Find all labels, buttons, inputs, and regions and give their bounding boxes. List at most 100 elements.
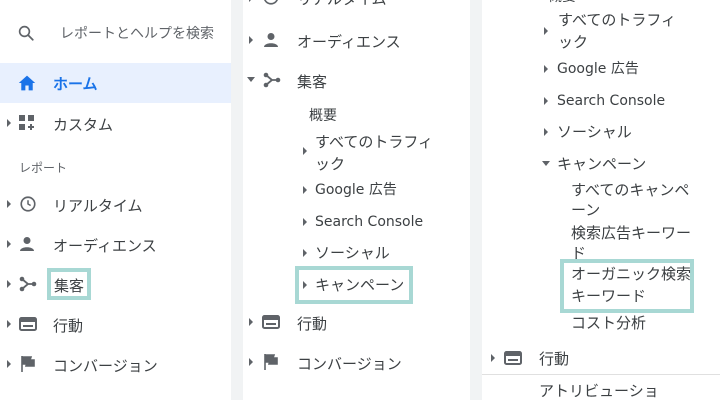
nav-item-acquisition[interactable]: 集客: [0, 264, 231, 304]
subitem-google-ads-label: Google 広告: [557, 61, 639, 77]
nav-panel-campaigns-expanded: 概要 すべてのトラフィ ック Google 広告 Search Console …: [482, 0, 720, 400]
subitem-all-traffic[interactable]: すべてのトラフィ ック: [538, 8, 718, 52]
nav-item-attribution-label[interactable]: アトリビューショ: [539, 380, 659, 400]
subitem-all-traffic-label-1: すべてのトラフィ: [558, 11, 677, 29]
subitem-campaigns[interactable]: キャンペーン: [538, 154, 718, 176]
subitem-organic-keywords-label-2: キーワード: [571, 287, 647, 305]
subitem-social[interactable]: ソーシャル: [538, 122, 718, 144]
caret-right-icon: [544, 97, 548, 105]
nav-item-behavior-label: 行動: [297, 315, 328, 333]
caret-right-icon: [303, 218, 307, 226]
nav-item-custom[interactable]: カスタム: [0, 103, 231, 143]
subitem-all-traffic-label-2: ック: [315, 155, 346, 173]
nav-item-conversions-label: コンバージョン: [297, 355, 402, 373]
subitem-google-ads[interactable]: Google 広告: [299, 180, 469, 202]
subitem-paid-keywords[interactable]: 検索広告キーワー ド: [571, 223, 711, 263]
nav-item-conversions[interactable]: コンバージョン: [243, 344, 470, 380]
nav-item-home-label: ホーム: [53, 75, 98, 93]
caret-right-icon: [7, 119, 11, 127]
caret-right-icon: [303, 186, 307, 194]
caret-right-icon: [544, 27, 548, 35]
subitem-campaigns[interactable]: キャンペーン: [295, 266, 413, 304]
caret-right-icon: [249, 318, 253, 326]
behavior-icon: [19, 317, 37, 331]
subitem-overview[interactable]: 概要: [309, 106, 337, 126]
nav-item-audience-label: オーディエンス: [297, 33, 401, 51]
acquisition-icon: [263, 72, 281, 88]
search-input[interactable]: レポートとヘルプを検索: [60, 23, 214, 43]
subitem-google-ads[interactable]: Google 広告: [538, 59, 718, 81]
nav-item-home[interactable]: ホーム: [0, 63, 231, 103]
home-icon: [18, 75, 36, 91]
subitem-organic-keywords[interactable]: オーガニック検索 キーワード: [560, 259, 694, 313]
caret-right-icon: [7, 320, 11, 328]
caret-right-icon: [491, 354, 495, 362]
caret-right-icon: [7, 240, 11, 248]
behavior-icon: [504, 351, 522, 365]
behavior-icon: [262, 315, 280, 329]
flag-icon: [21, 356, 35, 372]
person-icon: [20, 237, 34, 251]
nav-item-acquisition[interactable]: 集客: [243, 62, 470, 98]
acquisition-icon: [19, 276, 37, 292]
caret-right-icon: [249, 36, 253, 44]
nav-item-audience[interactable]: オーディエンス: [243, 22, 470, 58]
subitem-overview-clipped[interactable]: 概要: [548, 0, 576, 7]
nav-item-behavior[interactable]: 行動: [482, 340, 720, 376]
caret-right-icon: [7, 360, 11, 368]
nav-item-behavior-label: 行動: [539, 350, 570, 368]
search-row[interactable]: レポートとヘルプを検索: [0, 12, 231, 52]
nav-panel-main: レポートとヘルプを検索 ホーム カスタム レポート リアルタイム オーディエンス…: [0, 0, 231, 400]
subitem-google-ads-label: Google 広告: [315, 182, 397, 198]
dashboard-icon: [19, 115, 34, 130]
caret-right-icon: [303, 281, 307, 289]
nav-item-conversions[interactable]: コンバージョン: [0, 344, 231, 384]
caret-right-icon: [303, 147, 307, 155]
nav-item-realtime[interactable]: リアルタイム: [243, 0, 470, 12]
nav-item-behavior[interactable]: 行動: [243, 304, 470, 340]
subitem-social-label: ソーシャル: [315, 244, 390, 262]
subitem-search-console[interactable]: Search Console: [299, 212, 469, 234]
subitem-all-traffic[interactable]: すべてのトラフィ ック: [299, 130, 469, 174]
nav-item-acquisition-label: 集客: [54, 277, 85, 295]
person-icon: [264, 33, 278, 47]
caret-right-icon: [544, 128, 548, 136]
subitem-organic-keywords-label-1: オーガニック検索: [571, 265, 692, 283]
subitem-social-label: ソーシャル: [557, 123, 632, 141]
subitem-all-campaigns-label-2: ーン: [571, 201, 601, 219]
nav-item-realtime[interactable]: リアルタイム: [0, 184, 231, 224]
caret-right-icon: [249, 0, 253, 2]
caret-right-icon: [249, 358, 253, 366]
nav-item-behavior[interactable]: 行動: [0, 304, 231, 344]
subitem-social[interactable]: ソーシャル: [299, 243, 469, 265]
nav-item-acquisition-label: 集客: [297, 73, 328, 91]
subitem-search-console[interactable]: Search Console: [538, 91, 718, 113]
subitem-all-traffic-label-1: すべてのトラフィ: [315, 133, 434, 151]
nav-panel-acquisition-expanded: リアルタイム オーディエンス 集客 概要 すべてのトラフィ ック Google …: [243, 0, 470, 400]
subitem-search-console-label: Search Console: [557, 93, 666, 109]
nav-item-custom-label: カスタム: [53, 116, 114, 134]
subitem-campaigns-label: キャンペーン: [557, 155, 647, 173]
subitem-cost-analysis[interactable]: コスト分析: [571, 313, 646, 333]
caret-down-icon: [542, 161, 550, 166]
caret-right-icon: [7, 200, 11, 208]
caret-right-icon: [303, 249, 307, 257]
clock-icon: [20, 196, 36, 212]
nav-item-behavior-label: 行動: [53, 317, 84, 335]
subitem-all-traffic-label-2: ック: [558, 33, 589, 51]
flag-icon: [264, 354, 278, 370]
nav-item-realtime-label: リアルタイム: [297, 0, 387, 9]
subitem-all-campaigns[interactable]: すべてのキャンペ ーン: [571, 180, 711, 220]
caret-right-icon: [544, 65, 548, 73]
subitem-all-campaigns-label-1: すべてのキャンペ: [571, 181, 690, 199]
search-icon: [18, 25, 34, 41]
subitem-search-console-label: Search Console: [315, 214, 424, 230]
nav-item-audience[interactable]: オーディエンス: [0, 224, 231, 264]
subitem-campaigns-label: キャンペーン: [315, 276, 405, 294]
subitem-paid-keywords-label-1: 検索広告キーワー: [571, 224, 692, 242]
caret-down-icon: [247, 77, 255, 82]
nav-item-conversions-label: コンバージョン: [53, 357, 158, 375]
divider: [482, 374, 720, 375]
section-heading-reports: レポート: [19, 161, 68, 175]
caret-right-icon: [7, 280, 11, 288]
